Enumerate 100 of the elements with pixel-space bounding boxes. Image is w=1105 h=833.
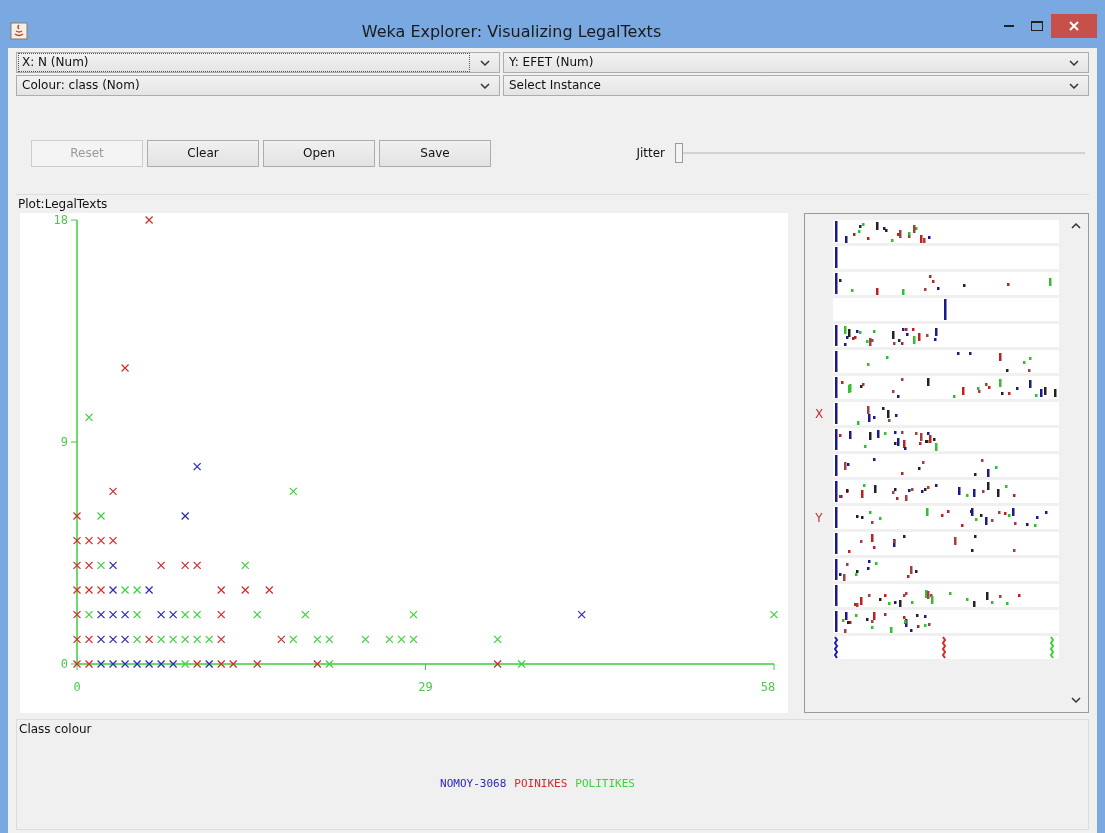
data-point [72, 536, 82, 545]
data-point [72, 610, 82, 619]
x-tick-label: 58 [760, 680, 776, 694]
x-tick-label: 0 [73, 680, 81, 694]
data-point [145, 659, 154, 669]
dropdown[interactable]: X: N (Num) [16, 52, 500, 73]
data-point [120, 363, 130, 373]
data-point [108, 536, 118, 545]
data-point [769, 610, 779, 619]
data-point [361, 635, 370, 644]
data-point [253, 659, 262, 669]
slider-thumb[interactable] [675, 143, 683, 163]
close-icon[interactable] [1069, 21, 1079, 31]
x-tick-label: 29 [418, 680, 433, 694]
y-tick-label: 9 [60, 435, 68, 449]
data-point [181, 561, 190, 570]
data-point [133, 585, 142, 595]
toolbar-button[interactable]: Save [379, 139, 491, 167]
toolbar-button[interactable]: Clear [147, 139, 259, 167]
data-point [409, 610, 418, 619]
data-point [157, 610, 166, 619]
close-button[interactable] [1051, 14, 1097, 38]
data-point [96, 659, 106, 669]
chevron-down-icon [1066, 80, 1082, 91]
data-point [84, 610, 94, 619]
data-point [493, 635, 502, 644]
data-point [84, 536, 94, 545]
data-point [108, 635, 118, 644]
data-point [193, 635, 202, 644]
data-point [325, 659, 334, 669]
data-point [289, 487, 298, 496]
data-point [217, 585, 226, 595]
maximize-icon[interactable] [1031, 21, 1043, 31]
class-label: POLITIKES [575, 777, 635, 790]
data-point [289, 635, 298, 644]
data-point [72, 585, 82, 595]
chevron-down-icon [477, 57, 493, 68]
chevron-down-icon[interactable] [1070, 696, 1082, 704]
data-point [108, 610, 118, 619]
data-point [84, 585, 94, 595]
toolbar-button[interactable]: Open [263, 139, 375, 167]
data-point [181, 659, 190, 669]
data-point [96, 585, 106, 595]
data-point [205, 659, 214, 669]
data-point [241, 561, 250, 570]
panel-title: Plot:LegalTexts [17, 196, 109, 213]
data-point [229, 659, 238, 669]
data-point [217, 659, 226, 669]
data-point [313, 635, 322, 644]
dropdown[interactable]: Select Instance [503, 75, 1089, 96]
data-point [397, 635, 406, 644]
data-point [133, 610, 142, 619]
attribute-strip-drawing[interactable] [833, 376, 1059, 399]
data-point [120, 610, 130, 619]
data-point [120, 585, 130, 595]
chevron-down-icon [477, 80, 493, 91]
data-point [84, 413, 94, 422]
data-point [108, 585, 118, 595]
data-point [72, 635, 82, 644]
data-point [157, 659, 166, 669]
data-point [145, 635, 154, 644]
data-point [84, 561, 94, 570]
data-point [157, 561, 166, 570]
data-point [181, 635, 190, 644]
data-point [181, 610, 190, 619]
data-point [108, 487, 118, 496]
panel-title: Class colour [18, 721, 93, 738]
data-point [96, 610, 106, 619]
data-point [409, 635, 418, 644]
dropdown[interactable]: Y: EFET (Num) [503, 52, 1089, 73]
data-point [301, 610, 310, 619]
class-label: POINIKES [514, 777, 568, 790]
class-label: NOMOY-3068 [440, 777, 507, 790]
data-point [265, 585, 274, 595]
dropdown[interactable]: Colour: class (Nom) [16, 75, 500, 96]
y-tick-label: 18 [53, 213, 68, 227]
data-point [72, 511, 82, 521]
data-point [325, 635, 334, 644]
data-point [84, 635, 94, 644]
data-point [84, 659, 94, 669]
data-point [385, 635, 394, 644]
data-point [120, 659, 130, 669]
data-point [205, 635, 214, 644]
data-point [96, 635, 106, 644]
window-title: Weka Explorer: Visualizing LegalTexts [360, 21, 663, 41]
data-point [277, 635, 286, 644]
chevron-up-icon[interactable] [1070, 222, 1082, 230]
data-point [133, 659, 142, 669]
axis-marker: X [813, 406, 825, 421]
data-point [493, 659, 502, 669]
data-point [72, 561, 82, 570]
data-point [169, 635, 178, 644]
data-point [133, 635, 142, 644]
axis-marker: Y [814, 510, 824, 525]
data-point [217, 635, 226, 644]
data-point [193, 610, 202, 619]
data-point [108, 659, 118, 669]
data-point [96, 536, 106, 545]
app-icon[interactable] [10, 22, 28, 40]
data-point [72, 659, 82, 669]
